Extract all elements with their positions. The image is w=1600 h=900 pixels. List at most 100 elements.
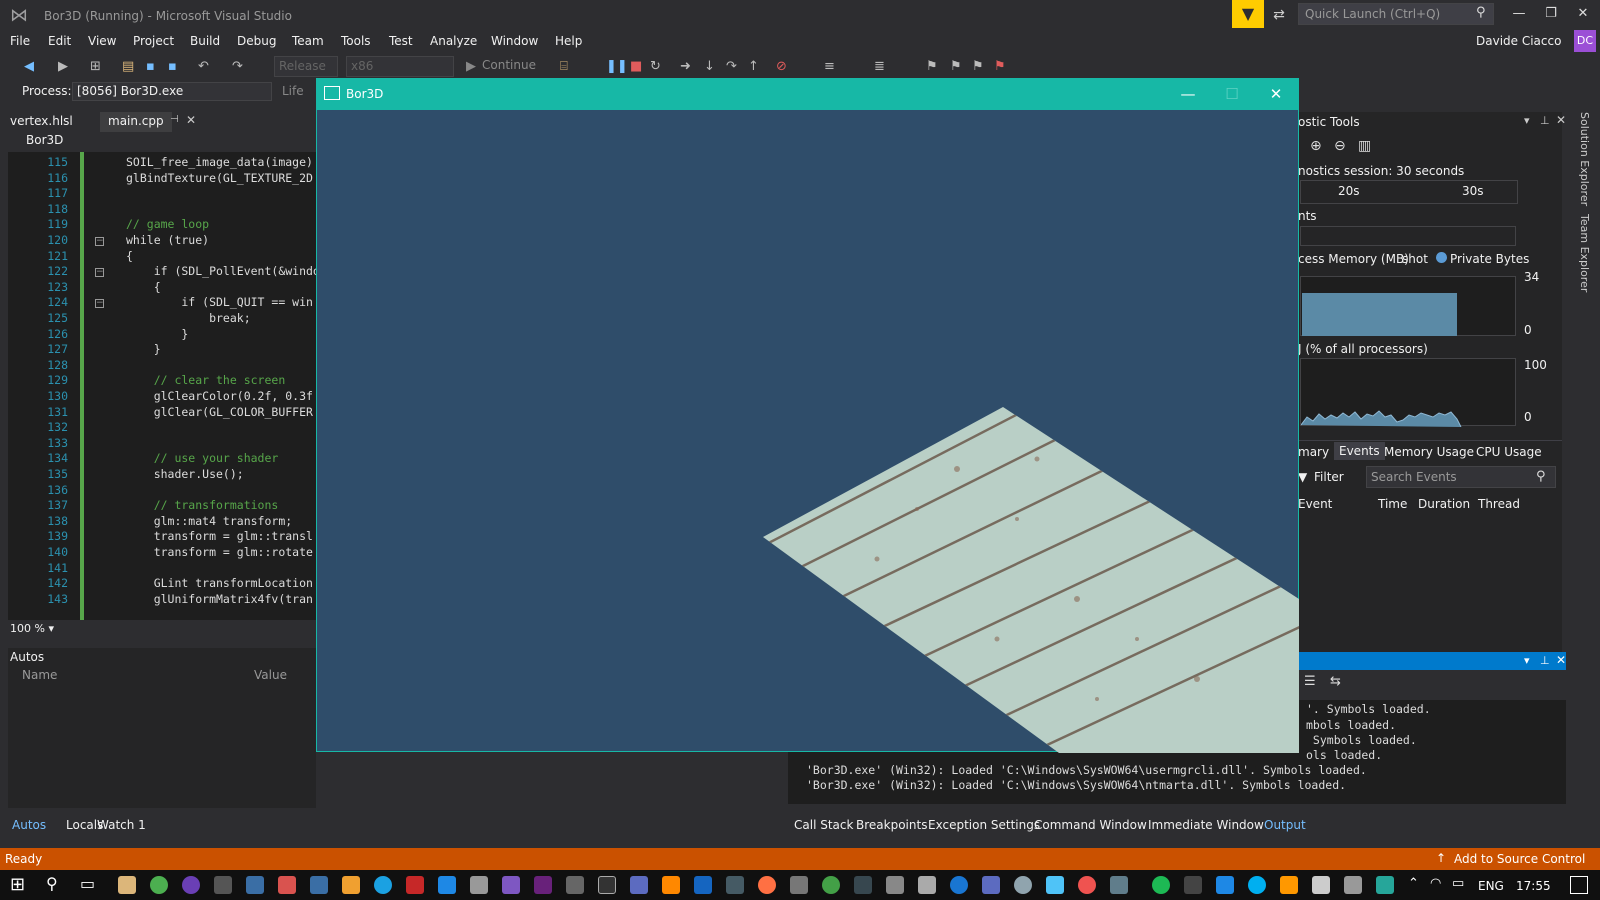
app-icon[interactable]	[822, 876, 840, 894]
vlc-icon[interactable]	[662, 876, 680, 894]
forward-icon[interactable]: ▶	[58, 59, 68, 74]
attach-icon[interactable]: ⌸	[560, 59, 568, 74]
lifecycle-events-label[interactable]: Life	[282, 84, 304, 98]
app-icon[interactable]	[1344, 876, 1362, 894]
app-icon[interactable]	[918, 876, 936, 894]
tab-team-explorer[interactable]: Team Explorer	[1578, 214, 1591, 292]
platform-select[interactable]: x86	[346, 56, 454, 77]
menu-test[interactable]: Test	[389, 34, 413, 48]
clear-bookmarks-icon[interactable]: ⚑	[994, 59, 1006, 74]
menu-file[interactable]: File	[10, 34, 30, 48]
tab-command-window[interactable]: Command Window	[1034, 818, 1147, 832]
app-icon[interactable]	[1312, 876, 1330, 894]
save-all-icon[interactable]: ▪	[168, 59, 177, 74]
app-icon[interactable]	[438, 876, 456, 894]
close-tab-icon[interactable]: ✕	[186, 113, 196, 127]
bor3d-taskbar-icon[interactable]	[1376, 876, 1394, 894]
zoom-out-icon[interactable]: ⊖	[1334, 138, 1346, 154]
breakpoints-icon[interactable]: ⊘	[776, 59, 787, 74]
tab-call-stack[interactable]: Call Stack	[794, 818, 853, 832]
filezilla-icon[interactable]	[406, 876, 424, 894]
code-line[interactable]: SOIL_free_image_data(image)	[126, 155, 313, 169]
code-line[interactable]: if (SDL_PollEvent(&windo	[126, 264, 320, 278]
app-icon[interactable]	[278, 876, 296, 894]
avatar[interactable]: DC	[1574, 30, 1596, 52]
panel-menu-icon[interactable]: ▾	[1524, 114, 1530, 127]
code-editor[interactable]: 115 SOIL_free_image_data(image) 116 glBindT…	[8, 152, 320, 620]
code-line[interactable]: // transformations	[126, 498, 279, 512]
sublime-icon[interactable]	[342, 876, 360, 894]
editor-nav-bar[interactable]: Bor3D	[8, 133, 320, 151]
skype-icon[interactable]	[1248, 876, 1266, 894]
back-icon[interactable]: ◀	[24, 59, 34, 74]
code-line[interactable]: {	[126, 280, 161, 294]
code-line[interactable]: // use your shader	[126, 451, 279, 465]
menu-team[interactable]: Team	[292, 34, 324, 48]
code-line[interactable]: transform = glm::transl	[126, 529, 313, 543]
menu-project[interactable]: Project	[133, 34, 174, 48]
code-line[interactable]: break;	[126, 311, 251, 325]
app-icon[interactable]	[1078, 876, 1096, 894]
stop-icon[interactable]: ■	[630, 59, 642, 74]
step-out-icon[interactable]: ↑	[748, 59, 759, 74]
code-line[interactable]: transform = glm::rotate	[126, 545, 313, 559]
events-track[interactable]	[1300, 226, 1516, 246]
save-icon[interactable]: ▪	[146, 59, 155, 74]
code-line[interactable]: GLint transformLocation	[126, 576, 313, 590]
tab-immediate-window[interactable]: Immediate Window	[1148, 818, 1264, 832]
app-icon[interactable]	[790, 876, 808, 894]
minimize-button[interactable]: —	[1504, 4, 1534, 24]
visual-studio-icon[interactable]	[502, 876, 520, 894]
notification-icon[interactable]: ⇄	[1268, 4, 1290, 26]
configuration-select[interactable]: Release	[274, 56, 338, 77]
new-project-icon[interactable]: ⊞	[90, 59, 101, 74]
step-into-icon[interactable]: ↓	[704, 59, 715, 74]
word-wrap-icon[interactable]: ⇆	[1330, 674, 1341, 689]
bor3d-maximize-button[interactable]: ☐	[1220, 84, 1244, 104]
app-icon[interactable]	[630, 876, 648, 894]
code-line[interactable]: glBindTexture(GL_TEXTURE_2D	[126, 171, 313, 185]
powershell-icon[interactable]	[1216, 876, 1234, 894]
code-line[interactable]: // game loop	[126, 217, 209, 231]
code-line[interactable]: }	[126, 327, 188, 341]
battery-icon[interactable]: ▭	[1452, 876, 1464, 891]
app-icon[interactable]	[886, 876, 904, 894]
code-line[interactable]: glClearColor(0.2f, 0.3f	[126, 389, 313, 403]
search-icon[interactable]: ⚲	[1536, 469, 1546, 484]
app-icon[interactable]	[1110, 876, 1128, 894]
menu-view[interactable]: View	[88, 34, 116, 48]
visual-studio-icon[interactable]	[534, 876, 552, 894]
close-icon[interactable]: ✕	[1556, 113, 1566, 127]
bor3d-close-button[interactable]: ✕	[1264, 84, 1288, 104]
pause-icon[interactable]: ❚❚	[606, 59, 628, 74]
bor3d-game-window[interactable]	[316, 78, 1299, 753]
app-icon[interactable]	[1184, 876, 1202, 894]
tab-cpu-usage[interactable]: CPU Usage	[1476, 445, 1542, 459]
feedback-filter-icon[interactable]: ▼	[1232, 0, 1264, 28]
zoom-bar[interactable]: 100 % ▾	[8, 622, 320, 638]
zoom-in-icon[interactable]: ⊕	[1310, 138, 1322, 154]
spotify-icon[interactable]	[1152, 876, 1170, 894]
tab-breakpoints[interactable]: Breakpoints	[856, 818, 927, 832]
menu-debug[interactable]: Debug	[237, 34, 276, 48]
continue-icon[interactable]: ▶	[466, 59, 476, 74]
search-icon[interactable]: ⚲	[46, 874, 58, 893]
chart-icon[interactable]: ▥	[1358, 138, 1371, 154]
bor3d-minimize-button[interactable]: —	[1176, 84, 1200, 104]
restore-button[interactable]: ❐	[1536, 4, 1566, 24]
filter-button[interactable]: Filter	[1314, 470, 1344, 484]
column-duration[interactable]: Duration	[1418, 497, 1470, 511]
app-icon[interactable]	[694, 876, 712, 894]
code-line[interactable]: // clear the screen	[126, 373, 286, 387]
app-icon[interactable]	[246, 876, 264, 894]
clear-all-icon[interactable]: ☰	[1304, 674, 1316, 689]
add-to-source-control-button[interactable]: Add to Source Control	[1454, 852, 1585, 866]
app-icon[interactable]	[470, 876, 488, 894]
tab-summary[interactable]: mary	[1298, 445, 1329, 459]
open-file-icon[interactable]: ▤	[122, 59, 134, 74]
tab-events[interactable]: Events	[1334, 442, 1385, 460]
file-explorer-icon[interactable]	[118, 876, 136, 894]
code-line[interactable]: while (true)	[126, 233, 209, 247]
code-line[interactable]: glUniformMatrix4fv(tran	[126, 592, 313, 606]
close-button[interactable]: ✕	[1568, 4, 1598, 24]
